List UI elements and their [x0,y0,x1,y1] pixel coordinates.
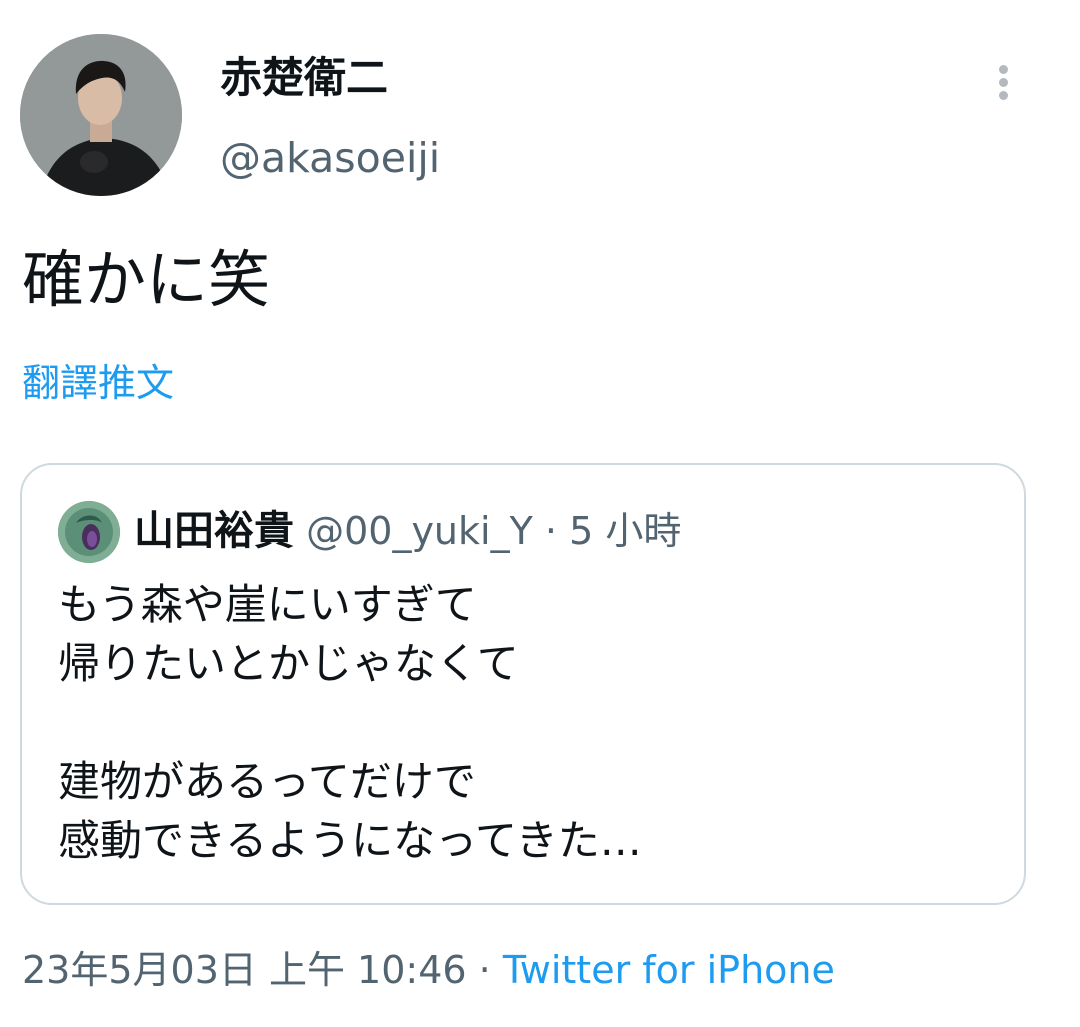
quoted-header-separator: · [544,509,557,553]
author-avatar[interactable] [20,34,182,196]
tweet-meta: 23年5月03日 上午 10:46 · Twitter for iPhone [22,944,835,996]
quoted-text-line [58,693,642,752]
quoted-avatar-image [58,501,120,563]
quoted-tweet-card[interactable]: 山田裕貴 @00_yuki_Y · 5 小時 もう森や崖にいすぎて 帰りたいとか… [20,463,1026,905]
author-avatar-image [20,34,182,196]
tweet-text: 確かに笑 [22,243,271,316]
more-options-button[interactable] [984,58,1024,108]
author-display-name[interactable]: 赤楚衛二 [220,52,388,104]
quoted-text-line: もう森や崖にいすぎて [58,580,477,629]
quoted-tweet-text: もう森や崖にいすぎて 帰りたいとかじゃなくて 建物があるってだけで 感動できるよ… [58,575,642,870]
tweet-timestamp[interactable]: 23年5月03日 上午 10:46 [22,948,467,992]
quoted-author-handle: @00_yuki_Y [306,509,533,553]
quoted-tweet-header: 山田裕貴 @00_yuki_Y · 5 小時 [134,503,681,559]
quoted-text-line: 帰りたいとかじゃなくて [58,639,519,688]
translate-tweet-link[interactable]: 翻譯推文 [22,358,174,408]
tweet-source-link[interactable]: Twitter for iPhone [503,948,835,992]
quoted-author-avatar [58,501,120,563]
quoted-text-line: 感動できるようになってきた… [58,816,642,865]
quoted-text-line: 建物があるってだけで [58,757,476,806]
quoted-tweet-time: 5 小時 [569,509,682,553]
quoted-author-name: 山田裕貴 [134,508,294,554]
author-handle[interactable]: @akasoeiji [220,132,440,184]
meta-separator: · [478,948,491,992]
